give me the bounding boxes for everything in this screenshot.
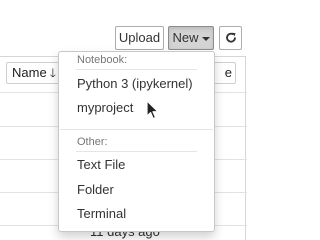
menu-divider [76, 69, 197, 70]
menu-item-python3-ipykernel[interactable]: Python 3 (ipykernel) [77, 76, 193, 91]
refresh-button[interactable] [219, 26, 242, 50]
caret-down-icon [201, 36, 210, 41]
other-section-header: Other: [77, 136, 108, 148]
menu-section-divider [60, 129, 213, 130]
sort-last-modified-label: e [224, 65, 232, 80]
sort-name-label: Name [12, 65, 47, 80]
new-dropdown-button[interactable]: New [168, 26, 214, 50]
menu-item-terminal[interactable]: Terminal [77, 206, 126, 221]
notebook-section-header: Notebook: [77, 54, 128, 66]
menu-divider [76, 151, 197, 152]
refresh-icon [225, 32, 236, 43]
menu-item-myproject[interactable]: myproject [77, 100, 133, 115]
sort-descending-icon: 🡓 [49, 66, 56, 80]
sort-by-name-button[interactable]: Name 🡓 [6, 62, 62, 84]
new-dropdown-menu: Notebook: Python 3 (ipykernel) myproject… [58, 51, 215, 232]
menu-item-text-file[interactable]: Text File [77, 157, 125, 172]
new-button-label: New [172, 30, 199, 45]
menu-item-folder[interactable]: Folder [77, 182, 114, 197]
jupyter-file-browser: Name🡓 e 11 days ago Upload New Notebook:… [0, 0, 266, 240]
mouse-cursor-icon [146, 100, 159, 120]
upload-button[interactable]: Upload [115, 26, 164, 50]
